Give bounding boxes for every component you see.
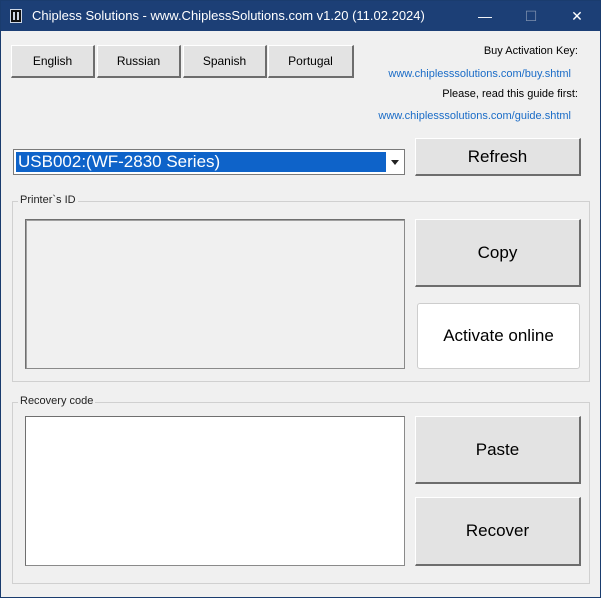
recovery-code-input[interactable]	[25, 416, 405, 566]
chevron-down-icon[interactable]	[387, 151, 403, 173]
language-button-russian[interactable]: Russian	[97, 45, 181, 78]
recover-button[interactable]: Recover	[415, 497, 581, 566]
guide-label: Please, read this guide first:	[442, 88, 578, 100]
printer-select[interactable]: USB002:(WF-2830 Series)	[13, 149, 405, 175]
close-button[interactable]: ✕	[554, 1, 600, 31]
copy-button[interactable]: Copy	[415, 219, 581, 287]
chip-app-icon	[10, 9, 22, 23]
buy-activation-link[interactable]: www.chiplesssolutions.com/buy.shtml	[388, 68, 571, 80]
paste-button[interactable]: Paste	[415, 416, 581, 484]
window-title: Chipless Solutions - www.ChiplessSolutio…	[32, 8, 425, 23]
activate-online-button[interactable]: Activate online	[417, 303, 580, 369]
minimize-button[interactable]: —	[462, 1, 508, 31]
printer-id-field[interactable]	[25, 219, 405, 369]
language-button-spanish[interactable]: Spanish	[183, 45, 267, 78]
printer-id-group-label: Printer`s ID	[18, 194, 78, 206]
buy-activation-label: Buy Activation Key:	[483, 45, 578, 57]
language-button-portugal[interactable]: Portugal	[268, 45, 354, 78]
maximize-button[interactable]: ☐	[508, 1, 554, 31]
guide-link[interactable]: www.chiplesssolutions.com/guide.shtml	[378, 110, 571, 122]
language-button-english[interactable]: English	[11, 45, 95, 78]
recovery-code-group-label: Recovery code	[18, 395, 96, 407]
printer-select-value: USB002:(WF-2830 Series)	[16, 152, 386, 172]
app-window: Chipless Solutions - www.ChiplessSolutio…	[0, 0, 601, 598]
refresh-button[interactable]: Refresh	[415, 138, 581, 176]
title-bar[interactable]: Chipless Solutions - www.ChiplessSolutio…	[1, 1, 600, 31]
